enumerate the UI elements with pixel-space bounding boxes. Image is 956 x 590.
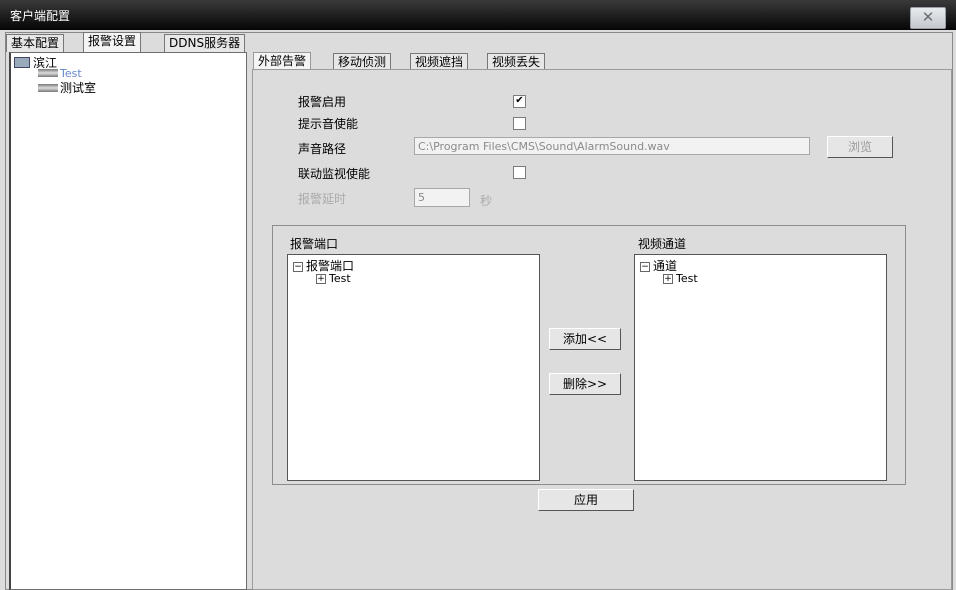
- device-icon: [38, 69, 58, 77]
- tab-basic-config[interactable]: 基本配置: [6, 34, 65, 52]
- linkage-enable-label: 联动监视使能: [298, 167, 371, 181]
- linkage-enable-checkbox[interactable]: [513, 166, 526, 179]
- tree-item-test[interactable]: Test: [38, 66, 82, 80]
- window-title: 客户端配置: [10, 9, 71, 23]
- sound-path-label: 声音路径: [298, 142, 347, 156]
- collapse-icon[interactable]: −: [293, 262, 303, 272]
- video-channels-item-label: Test: [676, 272, 698, 285]
- expand-icon[interactable]: +: [316, 274, 326, 284]
- sound-enable-label: 提示音使能: [298, 117, 359, 131]
- close-button[interactable]: ✕: [910, 7, 946, 29]
- alarm-ports-title: 报警端口: [290, 237, 339, 251]
- alarm-ports-item-label: Test: [329, 272, 351, 285]
- tree-item-lab[interactable]: 测试室: [38, 79, 96, 96]
- browse-button[interactable]: 浏览: [827, 136, 893, 158]
- tree-item-label: 测试室: [60, 81, 97, 95]
- alarm-ports-tree[interactable]: − 报警端口 + Test: [287, 254, 540, 481]
- video-channels-title: 视频通道: [638, 237, 687, 251]
- sound-enable-checkbox[interactable]: [513, 117, 526, 130]
- title-bar: 客户端配置 ✕: [0, 0, 956, 30]
- video-channels-item[interactable]: + Test: [663, 271, 698, 285]
- sound-path-input[interactable]: C:\Program Files\CMS\Sound\AlarmSound.wa…: [414, 137, 810, 155]
- alarm-delay-unit: 秒: [480, 194, 493, 208]
- collapse-icon[interactable]: −: [640, 262, 650, 272]
- alarm-delay-label: 报警延时: [298, 192, 347, 206]
- device-icon: [38, 84, 58, 92]
- apply-button[interactable]: 应用: [538, 489, 634, 511]
- add-button[interactable]: 添加<<: [549, 328, 621, 350]
- alarm-enable-checkbox[interactable]: ✔: [513, 95, 526, 108]
- device-tree[interactable]: 滨江 Test 测试室: [9, 52, 247, 590]
- alarm-enable-label: 报警启用: [298, 95, 347, 109]
- alarm-ports-item[interactable]: + Test: [316, 271, 351, 285]
- group-icon: [14, 57, 30, 68]
- tab-alarm-settings[interactable]: 报警设置: [83, 32, 142, 52]
- video-channels-tree[interactable]: − 通道 + Test: [634, 254, 887, 481]
- tab-ddns-server[interactable]: DDNS服务器: [164, 34, 246, 52]
- expand-icon[interactable]: +: [663, 274, 673, 284]
- delete-button[interactable]: 删除>>: [549, 373, 621, 395]
- alarm-delay-input[interactable]: 5: [414, 188, 470, 207]
